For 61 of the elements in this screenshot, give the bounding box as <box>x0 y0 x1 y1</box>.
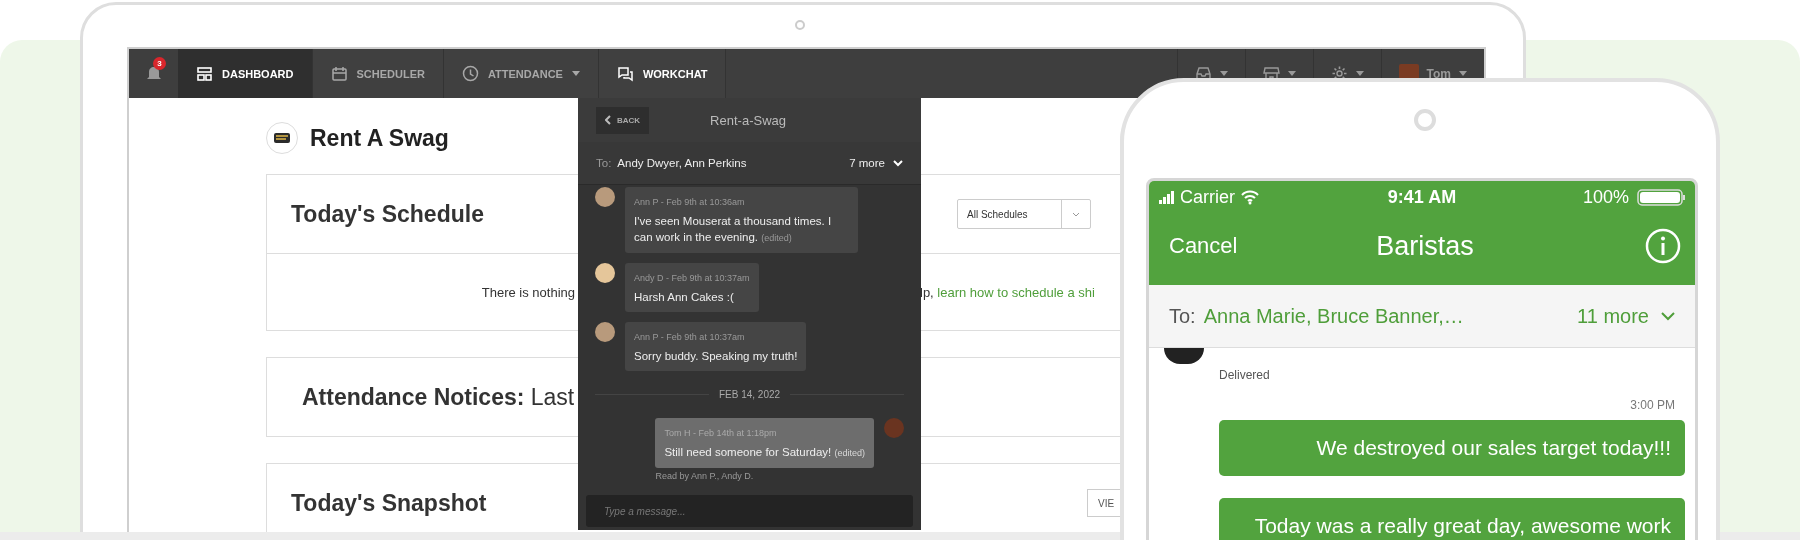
chevron-down-icon <box>893 159 903 167</box>
empty-message: lp, learn how to schedule a shi <box>920 284 1096 300</box>
card-title: Attendance Notices: Last <box>301 383 575 411</box>
avatar-placeholder <box>595 322 615 342</box>
caret-icon <box>1219 71 1228 76</box>
chevron-left-icon <box>605 115 611 125</box>
wifi-icon <box>1241 189 1259 205</box>
to-label: To: <box>1169 304 1196 328</box>
message-text: Sorry buddy. Speaking my truth! <box>634 349 798 364</box>
chat-icon <box>616 65 634 82</box>
caret-icon <box>1072 211 1080 217</box>
camera-dot <box>795 20 805 30</box>
card-title: Today's Snapshot <box>291 489 487 517</box>
schedule-dropdown[interactable]: All Schedules <box>957 199 1091 229</box>
status-time: 9:41 AM <box>1386 186 1458 208</box>
message-author: Andy D - Feb 9th at 10:37am <box>634 272 750 285</box>
message-bubble: Today was a really great day, awesome work <box>1219 498 1685 540</box>
clock-icon <box>461 65 479 82</box>
message-author: Ann P - Feb 9th at 10:37am <box>634 331 746 344</box>
message-text: Still need someone for Saturday! (edited) <box>664 445 865 460</box>
conversation-title: Baristas <box>1375 230 1475 262</box>
company-name: Rent A Swag <box>310 124 449 152</box>
battery-level: 100% <box>1582 186 1629 208</box>
calendar-icon <box>330 65 348 82</box>
avatar-placeholder <box>595 187 615 207</box>
dashboard-icon <box>196 65 213 82</box>
chat-title: Rent-a-Swag <box>709 112 787 128</box>
signal-icon <box>1159 190 1174 204</box>
more-recipients-toggle[interactable]: 11 more <box>1577 304 1675 328</box>
message-time: 3:00 PM <box>1629 398 1676 412</box>
cancel-button[interactable]: Cancel <box>1169 233 1309 259</box>
card-title: Today's Schedule <box>291 200 484 228</box>
caret-icon <box>1287 71 1296 76</box>
date-divider: FEB 14, 2022 <box>718 389 781 400</box>
recipient-list: Anna Marie, Bruce Banner,… <box>1203 304 1570 328</box>
info-icon[interactable] <box>1645 228 1681 264</box>
message-author: Ann P - Feb 9th at 10:36am <box>634 196 746 209</box>
to-label: To: <box>596 157 612 169</box>
view-button[interactable]: VIE <box>1087 489 1121 517</box>
caret-icon <box>1355 71 1364 76</box>
help-link[interactable]: learn how to schedule a shi <box>937 284 1095 300</box>
message-bubble: We destroyed our sales target today!!! <box>1219 420 1685 476</box>
notification-badge: 3 <box>153 57 166 70</box>
caret-icon <box>1459 71 1467 76</box>
back-button[interactable]: BACK <box>596 106 650 134</box>
more-recipients-toggle[interactable]: 7 more <box>849 157 903 169</box>
avatar-placeholder <box>595 263 615 283</box>
recipient-list: Andy Dwyer, Ann Perkins <box>617 157 844 169</box>
avatar-placeholder <box>884 418 904 438</box>
phone-speaker <box>1414 109 1436 131</box>
read-receipt: Read by Ann P., Andy D. <box>655 471 755 481</box>
nav-tab[interactable]: DASHBOARD <box>178 49 313 98</box>
message-text: Harsh Ann Cakes :( <box>634 290 735 305</box>
carrier-name: Carrier <box>1180 186 1235 208</box>
delivery-status: Delivered <box>1219 368 1271 382</box>
avatar-placeholder <box>1164 348 1204 364</box>
empty-message: There is nothing <box>480 284 575 300</box>
chevron-down-icon <box>1661 311 1675 321</box>
message-input[interactable]: Type a message... <box>586 495 913 527</box>
battery-icon <box>1637 188 1685 206</box>
message-text: I've seen Mouserat a thousand times. I can work in the evening. (edited) <box>634 214 833 245</box>
